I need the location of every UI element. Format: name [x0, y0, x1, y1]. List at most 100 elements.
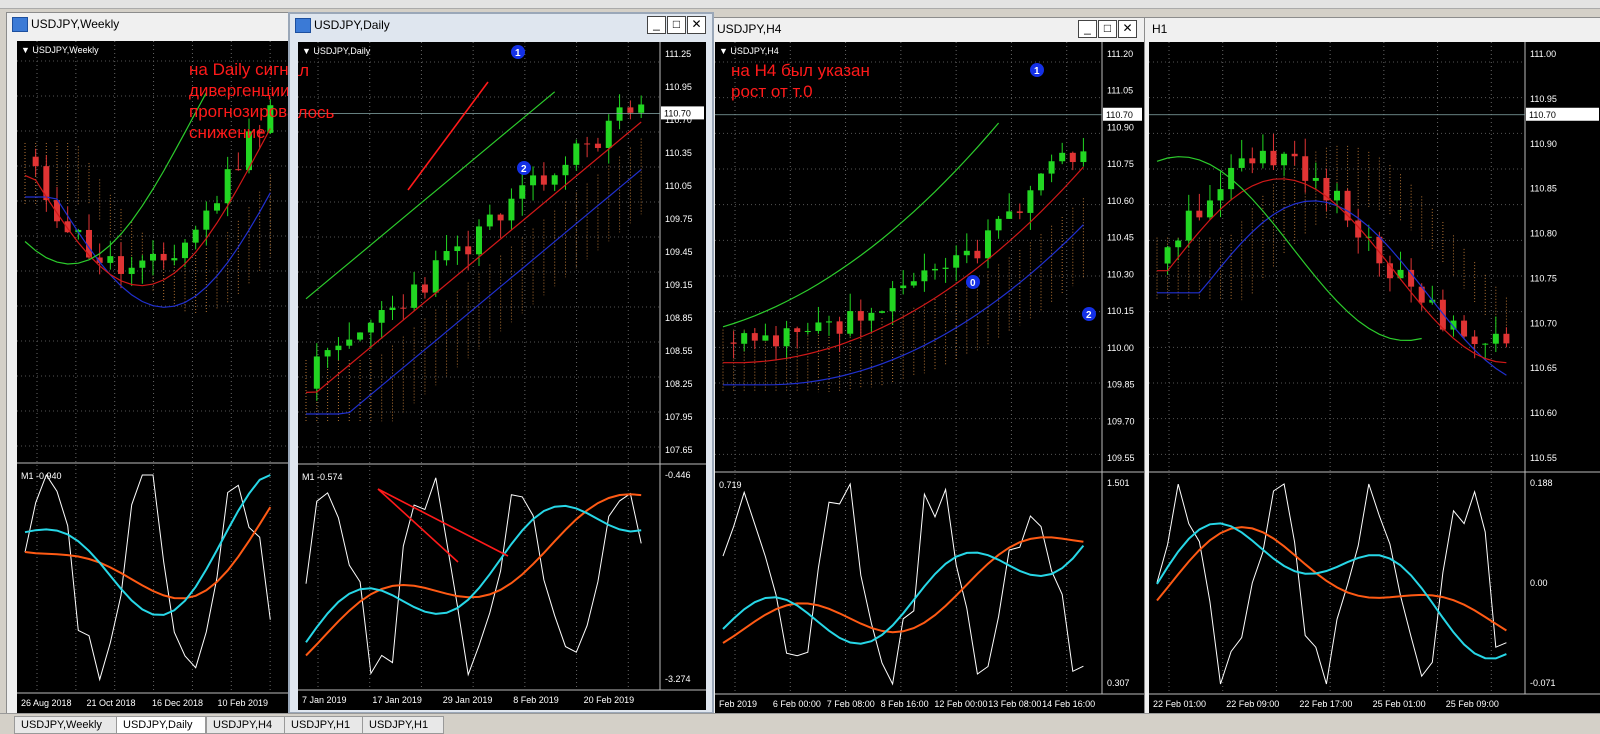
candle-body: [128, 267, 135, 274]
oscillator-label: 0.719: [719, 480, 742, 490]
time-axis-label: 22 Feb 17:00: [1299, 699, 1352, 709]
price-axis-label: 110.80: [1530, 229, 1557, 239]
price-axis-label: 110.75: [1530, 273, 1557, 283]
candle-body: [1439, 299, 1446, 330]
chart-area[interactable]: ▼ USDJPY,H4 0.719 Feb 2019 6 Feb 00:00 7 Feb…: [715, 42, 1144, 714]
minimize-button[interactable]: _: [647, 16, 666, 34]
candle-body: [551, 175, 558, 185]
time-axis-label: 14 Feb 16:00: [1042, 699, 1095, 709]
time-axis-label: 6 Feb 00:00: [773, 699, 821, 709]
time-axis-label: 21 Oct 2018: [87, 698, 136, 708]
titlebar[interactable]: USDJPY,Weekly: [7, 13, 289, 35]
price-axis-label: 110.90: [1530, 139, 1557, 149]
candle-body: [182, 242, 188, 259]
tab-h1[interactable]: USDJPY,H1: [284, 716, 366, 734]
close-button[interactable]: ✕: [687, 16, 706, 34]
chart-tabs-bar: USDJPY,Weekly USDJPY,Daily USDJPY,H4 USD…: [0, 713, 1600, 734]
osc-axis-label: -3.274: [665, 674, 691, 684]
chart-window-daily[interactable]: USDJPY,Daily _ □ ✕ ▼ USDJPY,Daily M1 -0.5…: [288, 12, 714, 714]
candle-body: [1281, 153, 1288, 166]
price-axis-label: 110.60: [1530, 408, 1557, 418]
candle-body: [1503, 333, 1510, 344]
candle-body: [627, 107, 634, 113]
tab-h4[interactable]: USDJPY,H4: [206, 716, 288, 734]
price-axis-label: 111.25: [665, 49, 691, 59]
candle-body: [1016, 211, 1023, 213]
candle-body: [389, 307, 396, 311]
candle-body: [214, 203, 220, 211]
osc-axis-label: 0.188: [1530, 478, 1553, 488]
candle-body: [335, 345, 342, 351]
annotation-h4: на H4 был указан: [731, 61, 870, 80]
osc-line-cyan: [24, 474, 271, 616]
chart-window-weekly[interactable]: USDJPY,Weekly ▼ USDJPY,Weekly M1 -0.940 26…: [6, 12, 290, 714]
candle-body: [313, 356, 320, 389]
chart-svg: 22 Feb 01:00 22 Feb 09:00 22 Feb 17:00 25 F…: [1149, 42, 1600, 709]
titlebar[interactable]: H1: [1144, 18, 1600, 40]
current-price-label: 110.70: [1529, 110, 1556, 120]
candle-body: [815, 322, 822, 331]
tab-daily[interactable]: USDJPY,Daily: [116, 716, 206, 734]
candle-body: [1069, 152, 1076, 163]
price-axis-label: 110.85: [1530, 184, 1557, 194]
kijun-line: [1157, 200, 1507, 376]
candle-body: [847, 311, 854, 334]
window-title: H1: [1152, 22, 1168, 36]
candle-body: [224, 169, 231, 204]
candle-body: [762, 335, 769, 341]
candle-body: [573, 143, 580, 165]
candle-body: [963, 250, 970, 256]
chart-svg: ▼ USDJPY,Weekly M1 -0.940 26 Aug 2018 21 Oc…: [17, 41, 289, 708]
candle-body: [540, 175, 547, 185]
annotation-daily: прогнозировалось: [298, 103, 335, 122]
chart-area[interactable]: ▼ USDJPY,Weekly M1 -0.940 26 Aug 2018 21 Oc…: [17, 41, 289, 713]
close-button[interactable]: ✕: [1118, 20, 1137, 38]
price-axis-label: 110.55: [1530, 453, 1557, 463]
price-axis-label: 109.55: [1107, 453, 1135, 463]
candle-body: [421, 284, 428, 293]
chart-window-h1[interactable]: H1 22 Feb 01:00 22 Feb 09:00 22 Feb 17:00 2…: [1143, 17, 1600, 715]
chart-window-h4[interactable]: USDJPY,H4 _ □ ✕ ▼ USDJPY,H4 0.719 Feb 2019…: [710, 17, 1145, 715]
maximize-button[interactable]: □: [1098, 20, 1117, 38]
candle-body: [910, 281, 917, 286]
candle-body: [826, 321, 832, 323]
candle-body: [1027, 190, 1034, 213]
price-axis-label: 110.70: [1530, 318, 1557, 328]
candle-body: [995, 218, 1002, 231]
tab-h1-2[interactable]: USDJPY,H1: [362, 716, 444, 734]
price-axis-label: 110.35: [665, 148, 692, 158]
candle-body: [530, 175, 537, 186]
current-price-label: 110.70: [664, 108, 691, 118]
price-axis-label: 108.85: [665, 313, 693, 323]
chart-area[interactable]: 22 Feb 01:00 22 Feb 09:00 22 Feb 17:00 25 F…: [1149, 42, 1600, 714]
chart-area[interactable]: ▼ USDJPY,Daily M1 -0.574 7 Jan 2019 17 Jan …: [298, 42, 706, 710]
price-axis-label: 110.15: [1107, 306, 1134, 316]
candle-body: [1048, 161, 1055, 174]
candle-body: [1175, 240, 1182, 248]
osc-line-white: [722, 482, 1084, 686]
time-axis-label: 7 Jan 2019: [302, 695, 347, 705]
wave-marker-label: 2: [521, 164, 527, 175]
candle-body: [1185, 210, 1192, 241]
minimize-button[interactable]: _: [1078, 20, 1097, 38]
titlebar[interactable]: USDJPY,H4 _ □ ✕: [711, 18, 1144, 40]
titlebar[interactable]: USDJPY,Daily _ □ ✕: [290, 14, 712, 36]
price-axis-label: 110.60: [1107, 196, 1134, 206]
wave-marker-label: 1: [515, 48, 521, 59]
toolbar-strip: [0, 0, 1600, 9]
osc-axis-label: 0.307: [1107, 678, 1130, 688]
candle-body: [985, 230, 991, 259]
chikou-line: [305, 91, 556, 300]
chart-svg: ▼ USDJPY,H4 0.719 Feb 2019 6 Feb 00:00 7 Feb…: [715, 42, 1144, 709]
candles: [730, 137, 1087, 360]
candle-body: [741, 333, 748, 344]
candle-body: [773, 335, 779, 347]
candle-body: [562, 164, 569, 176]
time-axis-label: 26 Aug 2018: [21, 698, 72, 708]
maximize-button[interactable]: □: [667, 16, 686, 34]
kijun-line: [723, 224, 1084, 386]
oscillator-label: M1 -0.574: [302, 472, 343, 482]
tab-weekly[interactable]: USDJPY,Weekly: [14, 716, 120, 734]
price-axis-label: 111.05: [1107, 86, 1133, 96]
window-title: USDJPY,Weekly: [31, 17, 120, 31]
